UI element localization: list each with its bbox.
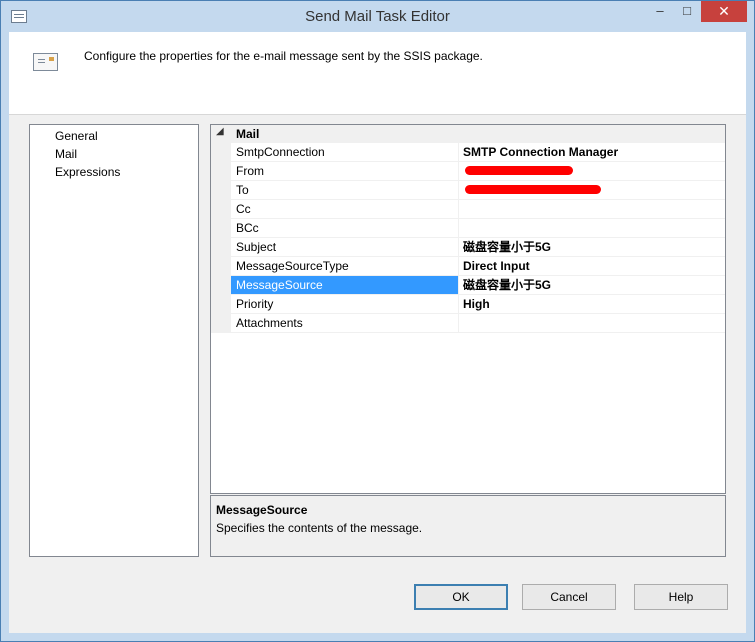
mail-envelope-icon	[33, 53, 58, 71]
property-row-from[interactable]: From	[231, 162, 725, 181]
property-name: To	[231, 181, 459, 199]
property-row-to[interactable]: To	[231, 181, 725, 200]
header-divider	[9, 114, 746, 115]
property-value[interactable]	[459, 200, 725, 218]
property-name: BCc	[231, 219, 459, 237]
close-button[interactable]: ✕	[701, 1, 747, 22]
property-value[interactable]: 磁盘容量小于5G ...	[459, 276, 725, 294]
nav-item-general[interactable]: General	[55, 127, 98, 145]
property-value-text: 磁盘容量小于5G	[463, 278, 552, 292]
property-name: MessageSourceType	[231, 257, 459, 275]
description-title: MessageSource	[216, 503, 308, 517]
header-description: Configure the properties for the e-mail …	[84, 49, 483, 63]
header-band: Configure the properties for the e-mail …	[9, 32, 746, 114]
property-name: Priority	[231, 295, 459, 313]
category-row-mail[interactable]: ◢ Mail	[211, 125, 725, 143]
category-label: Mail	[236, 127, 260, 141]
window-title: Send Mail Task Editor	[305, 8, 450, 25]
property-value[interactable]	[459, 162, 725, 180]
property-grid: ◢ Mail SmtpConnection SMTP Connection Ma…	[210, 124, 726, 494]
ok-button[interactable]: OK	[414, 584, 508, 610]
property-row-smtpconnection[interactable]: SmtpConnection SMTP Connection Manager	[231, 143, 725, 162]
property-row-subject[interactable]: Subject 磁盘容量小于5G	[231, 238, 725, 257]
property-row-attachments[interactable]: Attachments	[231, 314, 725, 333]
property-value[interactable]	[459, 314, 725, 332]
grid-gutter	[211, 143, 231, 333]
property-name: Cc	[231, 200, 459, 218]
collapse-toggle-icon[interactable]: ◢	[216, 126, 224, 137]
redaction-mark	[465, 166, 573, 175]
property-value[interactable]: Direct Input	[459, 257, 725, 275]
property-row-cc[interactable]: Cc	[231, 200, 725, 219]
property-row-messagesource[interactable]: MessageSource 磁盘容量小于5G ...	[231, 276, 725, 295]
cancel-button[interactable]: Cancel	[522, 584, 616, 610]
title-bar[interactable]: Send Mail Task Editor – □ ✕	[1, 1, 754, 31]
property-row-messagesourcetype[interactable]: MessageSourceType Direct Input	[231, 257, 725, 276]
description-text: Specifies the contents of the message.	[216, 521, 423, 535]
property-row-bcc[interactable]: BCc	[231, 219, 725, 238]
property-name: Subject	[231, 238, 459, 256]
property-name: MessageSource	[231, 276, 459, 294]
property-value[interactable]: SMTP Connection Manager	[459, 143, 725, 161]
minimize-button[interactable]: –	[647, 1, 673, 22]
property-value[interactable]: High	[459, 295, 725, 313]
property-value[interactable]	[459, 219, 725, 237]
property-value[interactable]	[459, 181, 725, 199]
property-name: SmtpConnection	[231, 143, 459, 161]
send-mail-task-editor-window: Send Mail Task Editor – □ ✕ Configure th…	[0, 0, 755, 642]
property-name: Attachments	[231, 314, 459, 332]
nav-item-expressions[interactable]: Expressions	[55, 163, 120, 181]
property-value[interactable]: 磁盘容量小于5G	[459, 238, 725, 256]
nav-item-mail[interactable]: Mail	[55, 145, 77, 163]
dialog-client-area: Configure the properties for the e-mail …	[9, 32, 746, 633]
help-button[interactable]: Help	[634, 584, 728, 610]
property-description-panel: MessageSource Specifies the contents of …	[210, 495, 726, 557]
property-name: From	[231, 162, 459, 180]
property-row-priority[interactable]: Priority High	[231, 295, 725, 314]
page-navigation-list: General Mail Expressions	[29, 124, 199, 557]
redaction-mark	[465, 185, 601, 194]
maximize-button[interactable]: □	[674, 1, 700, 22]
